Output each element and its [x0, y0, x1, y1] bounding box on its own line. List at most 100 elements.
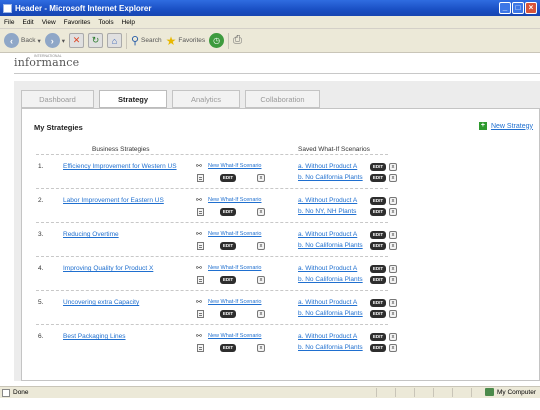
menu-file[interactable]: File	[4, 19, 14, 26]
informance-logo[interactable]: informance	[14, 56, 79, 69]
delete-strategy-button[interactable]: x	[257, 310, 265, 318]
tab-strategy[interactable]: Strategy	[99, 90, 167, 108]
edit-scenario-button[interactable]: EDIT	[370, 265, 386, 273]
edit-strategy-button[interactable]: EDIT	[220, 276, 236, 284]
document-icon[interactable]	[197, 344, 204, 352]
document-icon[interactable]	[197, 208, 204, 216]
plus-icon[interactable]: +	[478, 122, 487, 130]
strategy-link[interactable]: Reducing Overtime	[63, 231, 119, 238]
delete-strategy-button[interactable]: x	[257, 276, 265, 284]
search-button[interactable]: ⚲ Search	[131, 34, 162, 47]
delete-scenario-button[interactable]: x	[389, 276, 397, 284]
new-strategy-link[interactable]: New Strategy	[491, 123, 533, 130]
edit-scenario-button[interactable]: EDIT	[370, 344, 386, 352]
scenario-link[interactable]: a. Without Product A	[298, 299, 357, 306]
main-tabs: Dashboard Strategy Analytics Collaborati…	[21, 90, 320, 108]
edit-scenario-button[interactable]: EDIT	[370, 333, 386, 341]
history-icon[interactable]: ◷	[209, 33, 225, 48]
delete-scenario-button[interactable]: x	[389, 333, 397, 341]
edit-scenario-button[interactable]: EDIT	[370, 174, 386, 182]
new-whatif-link[interactable]: New What-If Scenario	[208, 265, 262, 271]
menu-view[interactable]: View	[42, 19, 56, 26]
strategy-link[interactable]: Efficiency Improvement for Western US	[63, 163, 177, 170]
document-icon[interactable]	[197, 310, 204, 318]
back-button[interactable]: ‹ Back ▾	[4, 33, 41, 48]
menu-bar: File Edit View Favorites Tools Help	[0, 16, 540, 29]
strategy-link[interactable]: Improving Quality for Product X	[63, 265, 153, 272]
edit-scenario-button[interactable]: EDIT	[370, 208, 386, 216]
new-whatif-link[interactable]: New What-If Scenario	[208, 231, 262, 237]
delete-scenario-button[interactable]: x	[389, 174, 397, 182]
scenario-link[interactable]: b. No NY, NH Plants	[298, 208, 356, 215]
edit-scenario-button[interactable]: EDIT	[370, 197, 386, 205]
tab-dashboard[interactable]: Dashboard	[21, 90, 94, 108]
scenario-link[interactable]: b. No California Plants	[298, 344, 363, 351]
scenario-link[interactable]: b. No California Plants	[298, 174, 363, 181]
delete-scenario-button[interactable]: x	[389, 163, 397, 171]
forward-dropdown-icon[interactable]: ▾	[62, 37, 65, 45]
edit-scenario-button[interactable]: EDIT	[370, 276, 386, 284]
edit-scenario-button[interactable]: EDIT	[370, 231, 386, 239]
new-whatif-link[interactable]: New What-If Scenario	[208, 163, 262, 169]
document-icon[interactable]	[197, 276, 204, 284]
status-bar: Done My Computer	[0, 386, 540, 398]
print-icon[interactable]: ⎙	[233, 34, 242, 47]
delete-strategy-button[interactable]: x	[257, 208, 265, 216]
delete-scenario-button[interactable]: x	[389, 265, 397, 273]
edit-strategy-button[interactable]: EDIT	[220, 310, 236, 318]
delete-scenario-button[interactable]: x	[389, 299, 397, 307]
edit-scenario-button[interactable]: EDIT	[370, 242, 386, 250]
document-icon[interactable]	[197, 174, 204, 182]
menu-favorites[interactable]: Favorites	[64, 19, 91, 26]
new-whatif-link[interactable]: New What-If Scenario	[208, 197, 262, 203]
edit-scenario-button[interactable]: EDIT	[370, 299, 386, 307]
edit-scenario-button[interactable]: EDIT	[370, 310, 386, 318]
scenario-link[interactable]: a. Without Product A	[298, 197, 357, 204]
minimize-button[interactable]: _	[499, 2, 511, 14]
scenario-link[interactable]: a. Without Product A	[298, 231, 357, 238]
new-whatif-link[interactable]: New What-If Scenario	[208, 333, 262, 339]
edit-scenario-button[interactable]: EDIT	[370, 163, 386, 171]
menu-help[interactable]: Help	[122, 19, 135, 26]
scenario-link[interactable]: b. No California Plants	[298, 310, 363, 317]
delete-scenario-button[interactable]: x	[389, 344, 397, 352]
status-divider	[471, 388, 472, 397]
status-divider	[376, 388, 377, 397]
tab-analytics[interactable]: Analytics	[172, 90, 240, 108]
scenario-link[interactable]: a. Without Product A	[298, 333, 357, 340]
edit-strategy-button[interactable]: EDIT	[220, 208, 236, 216]
delete-scenario-button[interactable]: x	[389, 310, 397, 318]
scenario-link[interactable]: b. No California Plants	[298, 242, 363, 249]
document-icon[interactable]	[197, 242, 204, 250]
delete-strategy-button[interactable]: x	[257, 242, 265, 250]
new-strategy-action[interactable]: + New Strategy	[478, 122, 533, 130]
new-whatif-link[interactable]: New What-If Scenario	[208, 299, 262, 305]
delete-strategy-button[interactable]: x	[257, 344, 265, 352]
delete-strategy-button[interactable]: x	[257, 174, 265, 182]
delete-scenario-button[interactable]: x	[389, 231, 397, 239]
maximize-button[interactable]: □	[512, 2, 524, 14]
scenario-link[interactable]: b. No California Plants	[298, 276, 363, 283]
home-icon[interactable]: ⌂	[106, 33, 122, 48]
strategy-link[interactable]: Uncovering extra Capacity	[63, 299, 139, 306]
menu-tools[interactable]: Tools	[98, 19, 113, 26]
forward-button[interactable]: › ▾	[44, 33, 65, 48]
delete-scenario-button[interactable]: x	[389, 242, 397, 250]
scenario-link[interactable]: a. Without Product A	[298, 265, 357, 272]
refresh-icon[interactable]: ↻	[87, 33, 103, 48]
delete-scenario-button[interactable]: x	[389, 208, 397, 216]
favorites-button[interactable]: ★ Favorites	[166, 34, 206, 48]
scenario-link[interactable]: a. Without Product A	[298, 163, 357, 170]
tab-collaboration[interactable]: Collaboration	[245, 90, 320, 108]
edit-strategy-button[interactable]: EDIT	[220, 242, 236, 250]
delete-scenario-button[interactable]: x	[389, 197, 397, 205]
close-button[interactable]: ×	[525, 2, 537, 14]
edit-strategy-button[interactable]: EDIT	[220, 344, 236, 352]
back-dropdown-icon[interactable]: ▾	[37, 37, 40, 45]
edit-strategy-button[interactable]: EDIT	[220, 174, 236, 182]
menu-edit[interactable]: Edit	[22, 19, 33, 26]
browser-toolbar: ‹ Back ▾ › ▾ ✕ ↻ ⌂ ⚲ Search ★ Favorites …	[0, 29, 540, 53]
stop-icon[interactable]: ✕	[68, 33, 84, 48]
strategy-link[interactable]: Labor Improvement for Eastern US	[63, 197, 164, 204]
strategy-link[interactable]: Best Packaging Lines	[63, 333, 126, 340]
